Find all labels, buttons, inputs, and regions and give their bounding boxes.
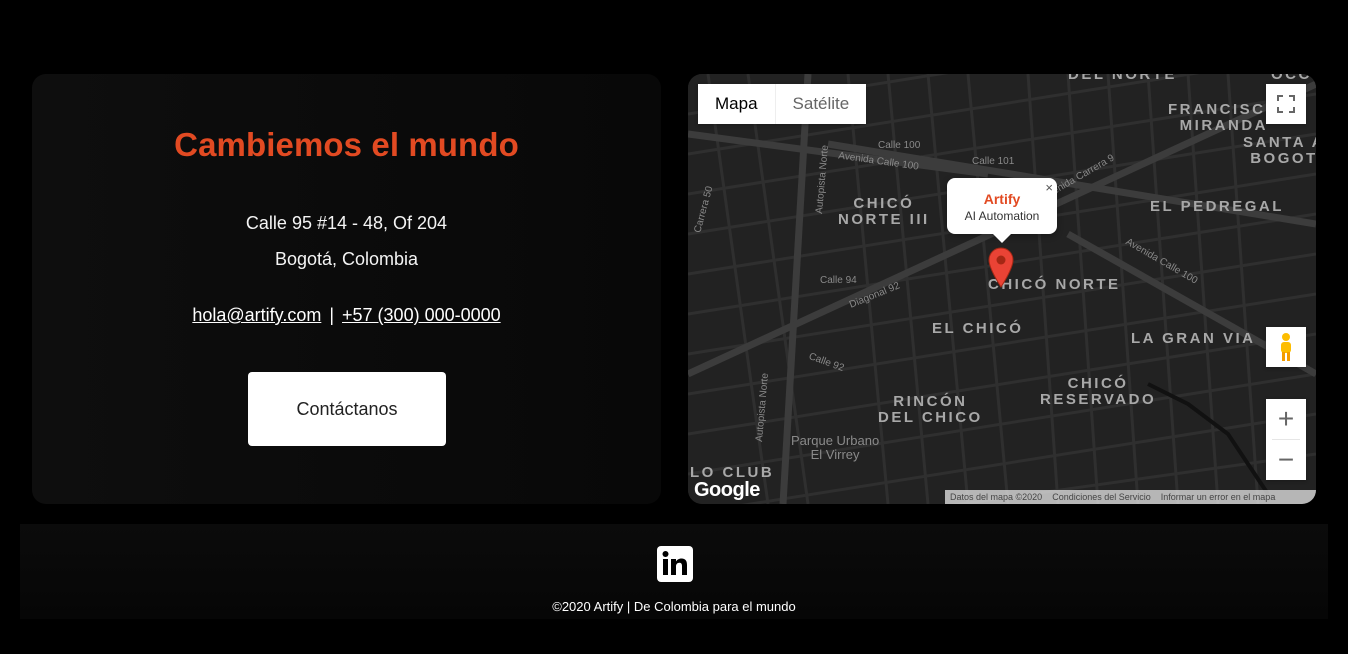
label-occe: OCCE	[1271, 74, 1316, 83]
street-calle-94: Calle 94	[820, 275, 857, 286]
fullscreen-icon	[1277, 95, 1295, 113]
map-type-control: Mapa Satélite	[698, 84, 867, 124]
google-map[interactable]: CHICÓ NORTE III CHICÓ NORTE EL CHICÓ EL …	[688, 74, 1316, 504]
google-logo[interactable]: Google	[694, 479, 760, 502]
label-el-pedregal: EL PEDREGAL	[1150, 198, 1284, 215]
map-attribution: Datos del mapa ©2020 Condiciones del Ser…	[945, 490, 1316, 504]
info-close-button[interactable]: ×	[1045, 180, 1053, 195]
street-calle-101: Calle 101	[972, 156, 1015, 167]
address-line-1: Calle 95 #14 - 48, Of 204	[245, 213, 448, 233]
street-view-button[interactable]	[1266, 327, 1306, 367]
info-title: Artify	[983, 191, 1021, 207]
pegman-icon	[1281, 333, 1291, 361]
map-marker-icon[interactable]	[988, 247, 1014, 289]
address-line-2: Bogotá, Colombia	[274, 249, 419, 269]
label-la-gran-via: LA GRAN VIA	[1131, 330, 1256, 347]
label-francisco-miranda: FRANCISCO MIRANDA	[1168, 101, 1280, 134]
contact-title: Cambiemos el mundo	[174, 126, 519, 163]
label-el-chico: EL CHICÓ	[932, 320, 1024, 337]
info-subtitle: AI Automation	[964, 209, 1040, 223]
map-info-window: Artify AI Automation ×	[947, 178, 1057, 243]
separator: |	[329, 305, 335, 325]
map-type-satellite-button[interactable]: Satélite	[774, 84, 867, 124]
attribution-terms[interactable]: Condiciones del Servicio	[1052, 492, 1151, 502]
label-chico-norte-iii: CHICÓ NORTE III	[838, 195, 930, 228]
zoom-control: + −	[1266, 399, 1306, 480]
contact-button[interactable]: Contáctanos	[248, 372, 446, 446]
fullscreen-button[interactable]	[1266, 84, 1306, 124]
linkedin-icon[interactable]	[657, 546, 693, 582]
zoom-out-button[interactable]: −	[1266, 440, 1306, 480]
label-santa-bogota: SANTA A BOGOT	[1243, 134, 1316, 167]
footer: ©2020 Artify | De Colombia para el mundo	[20, 524, 1328, 619]
email-link[interactable]: hola@artify.com	[192, 305, 321, 325]
label-chico-reservado: CHICÓ RESERVADO	[1040, 375, 1157, 408]
street-calle-100: Calle 100	[878, 140, 921, 151]
label-park: Parque Urbano El Virrey	[791, 433, 880, 462]
linkedin-glyph	[662, 551, 687, 575]
phone-link[interactable]: +57 (300) 000-0000	[342, 305, 501, 325]
attribution-report[interactable]: Informar un error en el mapa	[1161, 492, 1276, 502]
map-type-map-button[interactable]: Mapa	[698, 84, 775, 124]
label-del-norte: DEL NORTE	[1068, 74, 1177, 83]
copyright-text: ©2020 Artify | De Colombia para el mundo	[552, 599, 796, 614]
contact-card: Cambiemos el mundo Calle 95 #14 - 48, Of…	[32, 74, 661, 504]
contact-links: hola@artify.com | +57 (300) 000-0000	[32, 305, 661, 326]
label-rincon-del-chico: RINCÓN DEL CHICO	[878, 393, 983, 426]
attribution-data: Datos del mapa ©2020	[950, 492, 1043, 502]
zoom-in-button[interactable]: +	[1266, 399, 1306, 439]
